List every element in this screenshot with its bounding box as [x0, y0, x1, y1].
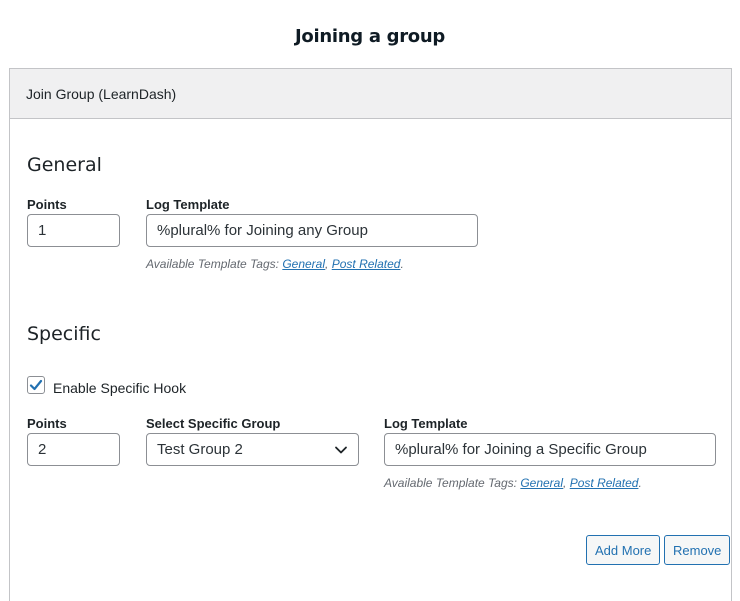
- join-group-panel: Join Group (LearnDash) General Points Lo…: [9, 68, 732, 601]
- select-group-label: Select Specific Group: [146, 416, 281, 431]
- page-title: Joining a group: [295, 26, 445, 47]
- panel-header: Join Group (LearnDash): [10, 69, 731, 119]
- tag-general-link[interactable]: General: [520, 476, 563, 490]
- specific-heading: Specific: [27, 323, 101, 345]
- enable-specific-hook-label: Enable Specific Hook: [53, 380, 187, 396]
- general-points-input[interactable]: [27, 214, 120, 247]
- add-more-button[interactable]: Add More: [586, 535, 661, 565]
- tags-prefix: Available Template Tags:: [384, 476, 517, 490]
- tags-separator: ,: [325, 257, 329, 271]
- specific-template-tags: Available Template Tags: General, Post R…: [384, 476, 642, 490]
- remove-button[interactable]: Remove: [664, 535, 731, 565]
- tag-post-related-link[interactable]: Post Related: [332, 257, 401, 271]
- tag-post-related-link[interactable]: Post Related: [570, 476, 639, 490]
- tags-suffix: .: [400, 257, 404, 271]
- general-log-template-label: Log Template: [146, 197, 230, 212]
- select-group-value: Test Group 2: [157, 441, 243, 458]
- tags-prefix: Available Template Tags:: [146, 257, 279, 271]
- general-template-tags: Available Template Tags: General, Post R…: [146, 257, 404, 271]
- select-group-dropdown[interactable]: Test Group 2: [146, 433, 359, 466]
- checkmark-icon: [29, 379, 43, 391]
- tag-general-link[interactable]: General: [282, 257, 325, 271]
- specific-log-template-label: Log Template: [384, 416, 468, 431]
- general-points-label: Points: [27, 197, 67, 212]
- panel-title: Join Group (LearnDash): [26, 85, 177, 102]
- general-log-template-input[interactable]: [146, 214, 478, 247]
- enable-specific-hook-checkbox[interactable]: [27, 376, 45, 394]
- chevron-down-icon: [334, 443, 348, 457]
- specific-points-label: Points: [27, 416, 67, 431]
- tags-suffix: .: [638, 476, 642, 490]
- tags-separator: ,: [563, 476, 567, 490]
- specific-points-input[interactable]: [27, 433, 120, 466]
- general-heading: General: [27, 154, 102, 176]
- specific-log-template-input[interactable]: [384, 433, 716, 466]
